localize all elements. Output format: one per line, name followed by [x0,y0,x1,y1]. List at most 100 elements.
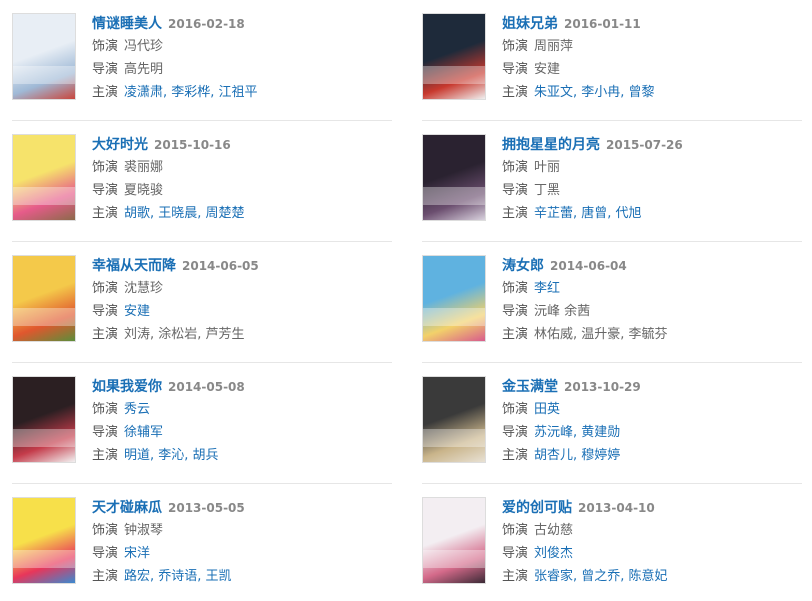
role-value: 冯代珍 [124,39,164,54]
show-title-link[interactable]: 金玉满堂 [502,379,558,395]
release-date: 2013-04-10 [578,501,655,515]
director-row: 导演 徐辅军 [92,421,392,444]
role-row: 饰演 叶丽 [502,156,802,179]
role-value: 钟淑琴 [124,523,164,538]
cast-value: 刘涛, 涂松岩, 芦芳生 [124,327,245,342]
poster-band: 爱的创可贴 [423,550,485,568]
poster-image[interactable]: 涛女郎 [422,255,486,342]
show-title-link[interactable]: 爱的创可贴 [502,500,572,516]
role-row: 饰演 冯代珍 [92,35,392,58]
show-info: 天才碰麻瓜 2013-05-05 饰演 钟淑琴 导演 宋洋 主演 路宏, 乔诗语, 王凯 [92,497,392,588]
title-row: 情谜睡美人 2016-02-18 [92,13,392,35]
cast-value[interactable]: 胡杏儿, 穆婷婷 [534,448,620,463]
poster-image[interactable]: 幸福从天而降 [12,255,76,342]
title-row: 姐妹兄弟 2016-01-11 [502,13,802,35]
show-item: 爱的创可贴爱的创可贴2013-04-10饰演古幼慈导演刘俊杰主演张睿家, 曾之乔… [422,497,802,593]
role-label: 饰演 [502,281,529,296]
row-divider [422,362,802,363]
show-title-link[interactable]: 情谜睡美人 [92,16,162,32]
cast-label: 主演 [502,85,529,100]
poster-band: 情谜睡美人 [13,66,75,84]
title-row: 大好时光 2015-10-16 [92,134,392,156]
poster-image[interactable]: 金玉满堂 [422,376,486,463]
director-label: 导演 [502,546,529,561]
cast-value[interactable]: 张睿家, 曾之乔, 陈意妃 [534,569,668,584]
director-row: 导演 苏沅峰, 黄建勋 [502,421,802,444]
role-value[interactable]: 田英 [534,402,560,417]
release-date: 2014-05-08 [168,380,245,394]
role-value[interactable]: 李红 [534,281,560,296]
cast-label: 主演 [502,448,529,463]
poster-image[interactable]: 大好时光 [12,134,76,221]
show-info: 爱的创可贴 2013-04-10 饰演 古幼慈 导演 刘俊杰 主演 张睿家, 曾之乔, 陈意妃 [502,497,802,588]
poster-band: 涛女郎 [423,308,485,326]
director-value: 沅峰 余茜 [534,304,591,319]
role-label: 饰演 [92,402,119,417]
show-item: 大好时光大好时光2015-10-16饰演裘丽娜导演夏晓骏主演胡歌, 王晓晨, 周… [12,134,392,230]
poster-band: 姐妹兄弟 [423,66,485,84]
cast-row: 主演 明道, 李沁, 胡兵 [92,444,392,467]
title-row: 金玉满堂 2013-10-29 [502,376,802,398]
show-item: 情谜睡美人情谜睡美人2016-02-18饰演冯代珍导演高先明主演凌潇肃, 李彩桦… [12,13,392,109]
show-item: 天才碰麻瓜天才碰麻瓜2013-05-05饰演钟淑琴导演宋洋主演路宏, 乔诗语, … [12,497,392,593]
director-row: 导演 夏晓骏 [92,179,392,202]
director-label: 导演 [502,425,529,440]
director-value[interactable]: 徐辅军 [124,425,163,440]
role-value: 沈慧珍 [124,281,164,296]
show-info: 涛女郎 2014-06-04 饰演 李红 导演 沅峰 余茜 主演 林佑威, 温升豪, 李毓芬 [502,255,802,346]
director-value[interactable]: 刘俊杰 [534,546,573,561]
show-title-link[interactable]: 幸福从天而降 [92,258,176,274]
release-date: 2014-06-05 [182,259,259,273]
title-row: 如果我爱你 2014-05-08 [92,376,392,398]
cast-row: 主演 朱亚文, 李小冉, 曾黎 [502,81,802,104]
row-divider [12,241,392,242]
cast-value[interactable]: 路宏, 乔诗语, 王凯 [124,569,232,584]
cast-label: 主演 [92,85,119,100]
director-label: 导演 [92,304,119,319]
poster-band: 大好时光 [13,187,75,205]
cast-row: 主演 胡歌, 王晓晨, 周楚楚 [92,202,392,225]
poster-image[interactable]: 爱的创可贴 [422,497,486,584]
role-value[interactable]: 秀云 [124,402,150,417]
director-value[interactable]: 苏沅峰, 黄建勋 [534,425,620,440]
row-divider [12,362,392,363]
show-info: 情谜睡美人 2016-02-18 饰演 冯代珍 导演 高先明主演 凌潇肃, 李彩桦, 江祖平 [92,13,392,104]
cast-row: 主演 路宏, 乔诗语, 王凯 [92,565,392,588]
show-title-link[interactable]: 拥抱星星的月亮 [502,137,600,153]
director-label: 导演 [502,62,529,77]
cast-value[interactable]: 辛芷蕾, 唐曾, 代旭 [534,206,642,221]
director-row: 导演 高先明 [92,58,392,81]
title-row: 涛女郎 2014-06-04 [502,255,802,277]
cast-value: 林佑威, 温升豪, 李毓芬 [534,327,668,342]
cast-label: 主演 [92,448,119,463]
poster-image[interactable]: 情谜睡美人 [12,13,76,100]
director-value[interactable]: 宋洋 [124,546,150,561]
poster-image[interactable]: 拥抱星星的月亮 [422,134,486,221]
role-label: 饰演 [502,39,529,54]
role-value: 叶丽 [534,160,561,175]
director-value: 夏晓骏 [124,183,164,198]
show-title-link[interactable]: 天才碰麻瓜 [92,500,162,516]
director-row: 导演 沅峰 余茜 [502,300,802,323]
title-row: 幸福从天而降 2014-06-05 [92,255,392,277]
poster-image[interactable]: 姐妹兄弟 [422,13,486,100]
release-date: 2015-07-26 [606,138,683,152]
cast-value[interactable]: 胡歌, 王晓晨, 周楚楚 [124,206,245,221]
director-row: 导演 宋洋 [92,542,392,565]
row-divider [422,241,802,242]
show-title-link[interactable]: 大好时光 [92,137,148,153]
role-row: 饰演 古幼慈 [502,519,802,542]
show-title-link[interactable]: 涛女郎 [502,258,544,274]
director-row: 导演 刘俊杰 [502,542,802,565]
cast-value[interactable]: 凌潇肃, 李彩桦, 江祖平 [124,85,258,100]
poster-image[interactable]: 天才碰麻瓜 [12,497,76,584]
director-value[interactable]: 安建 [124,304,150,319]
show-info: 如果我爱你 2014-05-08 饰演 秀云 导演 徐辅军 主演 明道, 李沁, 胡兵 [92,376,392,467]
cast-value[interactable]: 朱亚文, 李小冉, 曾黎 [534,85,655,100]
show-title-link[interactable]: 姐妹兄弟 [502,16,558,32]
cast-value[interactable]: 明道, 李沁, 胡兵 [124,448,219,463]
show-title-link[interactable]: 如果我爱你 [92,379,162,395]
poster-band: 如果我爱你 [13,429,75,447]
cast-label: 主演 [92,206,119,221]
poster-image[interactable]: 如果我爱你 [12,376,76,463]
